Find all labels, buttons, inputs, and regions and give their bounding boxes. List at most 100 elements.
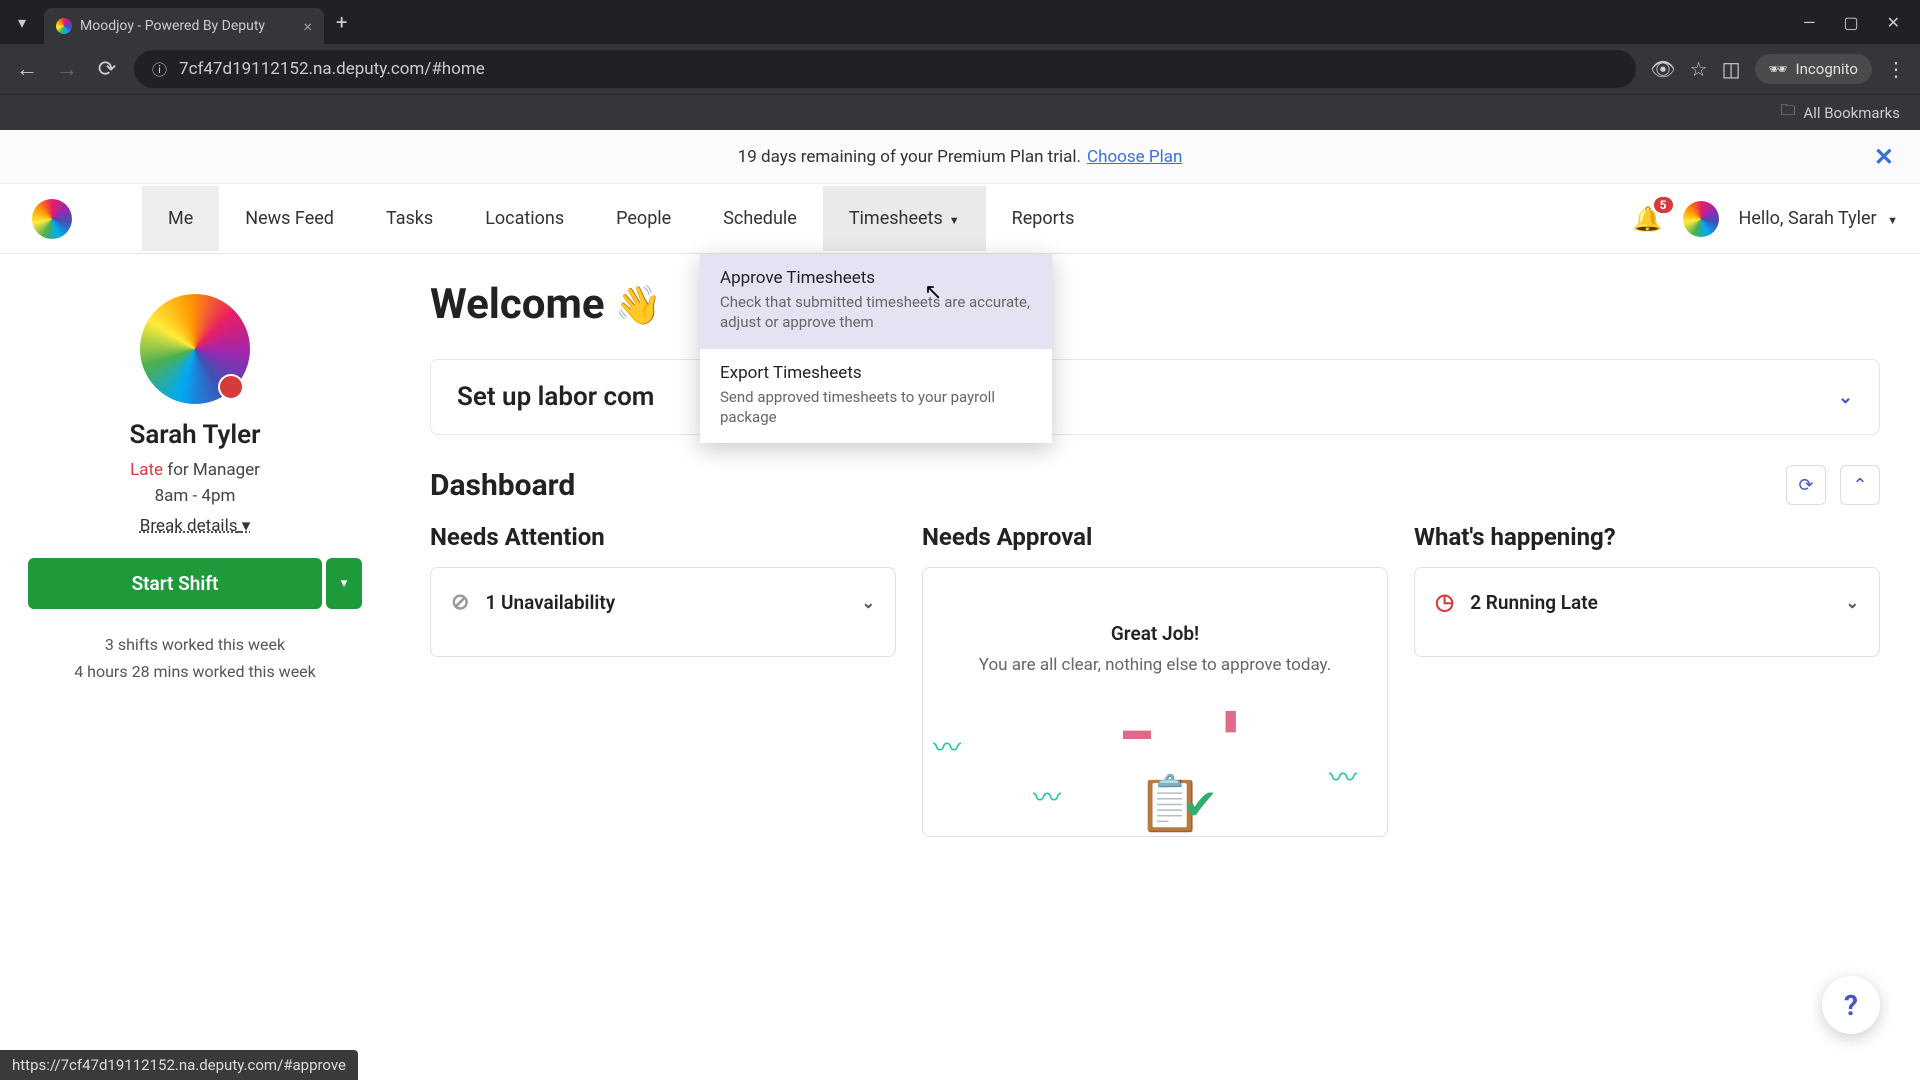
start-shift-menu-button[interactable] xyxy=(326,558,362,609)
chevron-down-icon: ⌄ xyxy=(862,593,875,612)
notifications-button[interactable]: 🔔5 xyxy=(1633,205,1663,233)
profile-sidebar: Sarah Tyler Late for Manager 8am - 4pm B… xyxy=(0,254,390,1080)
nav-news-feed[interactable]: News Feed xyxy=(219,186,360,251)
dropdown-export-timesheets[interactable]: Export Timesheets Send approved timeshee… xyxy=(700,349,1052,444)
card-row: ⊘ 1 Unavailability ⌄ xyxy=(451,590,875,615)
star-icon[interactable]: ☆ xyxy=(1690,57,1708,81)
shift-stats: 3 shifts worked this week 4 hours 28 min… xyxy=(28,631,362,685)
choose-plan-link[interactable]: Choose Plan xyxy=(1087,147,1182,167)
status-dot-icon xyxy=(218,374,244,400)
nav-me[interactable]: Me xyxy=(142,186,219,251)
incognito-label: Incognito xyxy=(1796,60,1858,78)
refresh-button[interactable]: ⟳ xyxy=(1786,465,1826,505)
banner-close-icon[interactable]: ✕ xyxy=(1874,143,1894,171)
site-info-icon[interactable]: ⓘ xyxy=(152,59,167,80)
cursor-icon: ↖ xyxy=(924,280,942,305)
shift-button-row: Start Shift xyxy=(28,558,362,609)
back-button[interactable]: ← xyxy=(14,56,40,82)
late-label: Late xyxy=(130,460,163,480)
greeting-text: Hello, Sarah Tyler xyxy=(1739,208,1877,229)
reload-button[interactable]: ⟳ xyxy=(94,57,120,82)
chevron-down-icon: ▼ xyxy=(1887,214,1898,227)
trial-banner: 19 days remaining of your Premium Plan t… xyxy=(0,130,1920,184)
running-late-card[interactable]: ◷ 2 Running Late ⌄ xyxy=(1414,567,1880,657)
close-window-button[interactable]: ✕ xyxy=(1887,13,1900,32)
browser-toolbar: ← → ⟳ ⓘ 7cf47d19112152.na.deputy.com/#ho… xyxy=(0,44,1920,94)
card-label: 1 Unavailability xyxy=(485,591,615,614)
card-row: ◷ 2 Running Late ⌄ xyxy=(1435,590,1859,615)
minimize-button[interactable]: — xyxy=(1803,13,1816,32)
column-title: What's happening? xyxy=(1414,523,1880,551)
wave-icon: 👋 xyxy=(615,284,662,328)
unavailability-card[interactable]: ⊘ 1 Unavailability ⌄ xyxy=(430,567,896,657)
app-logo[interactable] xyxy=(32,199,72,239)
chevron-down-icon: ▾ xyxy=(242,516,251,536)
favicon-icon xyxy=(56,18,72,34)
profile-status: Late for Manager xyxy=(28,460,362,480)
nav-locations[interactable]: Locations xyxy=(459,186,590,251)
maximize-button[interactable]: ▢ xyxy=(1843,13,1858,32)
folder-icon: 🗀 xyxy=(1780,100,1795,125)
browser-tab[interactable]: Moodjoy - Powered By Deputy × xyxy=(44,8,324,44)
break-details-label: Break details xyxy=(140,516,238,536)
collapse-button[interactable]: ⌃ xyxy=(1840,465,1880,505)
setup-labor-card[interactable]: Set up labor com ⌄ xyxy=(430,359,1880,435)
needs-attention-column: Needs Attention ⊘ 1 Unavailability ⌄ xyxy=(430,523,896,837)
start-shift-button[interactable]: Start Shift xyxy=(28,558,322,609)
eye-off-icon[interactable]: 👁 xyxy=(1650,57,1675,81)
clock-icon: ◷ xyxy=(1435,590,1454,615)
new-tab-button[interactable]: + xyxy=(336,10,347,34)
banner-text: 19 days remaining of your Premium Plan t… xyxy=(738,147,1081,167)
nav-people[interactable]: People xyxy=(590,186,697,251)
dashboard-columns: Needs Attention ⊘ 1 Unavailability ⌄ Nee… xyxy=(430,523,1880,837)
incognito-badge[interactable]: 🕶 Incognito xyxy=(1755,54,1873,84)
chevron-down-icon: ▼ xyxy=(949,214,960,227)
welcome-heading: Welcome👋 xyxy=(430,280,1880,329)
url-bar[interactable]: ⓘ 7cf47d19112152.na.deputy.com/#home xyxy=(134,50,1636,88)
close-icon[interactable]: × xyxy=(303,17,312,36)
stat-shifts: 3 shifts worked this week xyxy=(28,631,362,658)
nav-timesheets[interactable]: Timesheets▼ xyxy=(823,186,986,251)
forward-button[interactable]: → xyxy=(54,56,80,82)
nav-tasks[interactable]: Tasks xyxy=(360,186,459,251)
great-job-sub: You are all clear, nothing else to appro… xyxy=(943,653,1367,679)
tab-strip: ▾ Moodjoy - Powered By Deputy × + — ▢ ✕ xyxy=(0,0,1920,44)
browser-chrome: ▾ Moodjoy - Powered By Deputy × + — ▢ ✕ … xyxy=(0,0,1920,130)
tab-search-button[interactable]: ▾ xyxy=(8,8,36,36)
prohibit-icon: ⊘ xyxy=(451,590,469,615)
setup-title: Set up labor com xyxy=(457,382,654,412)
dropdown-item-title: Approve Timesheets xyxy=(720,268,1032,288)
column-title: Needs Approval xyxy=(922,523,1388,551)
help-button[interactable]: ? xyxy=(1822,976,1880,1034)
great-job-heading: Great Job! xyxy=(943,622,1367,645)
stat-hours: 4 hours 28 mins worked this week xyxy=(28,658,362,685)
whats-happening-column: What's happening? ◷ 2 Running Late ⌄ xyxy=(1414,523,1880,837)
user-menu[interactable]: Hello, Sarah Tyler ▼ xyxy=(1739,208,1898,229)
welcome-text: Welcome xyxy=(430,280,605,329)
break-details-link[interactable]: Break details ▾ xyxy=(140,516,251,536)
card-label: 2 Running Late xyxy=(1470,591,1598,614)
avatar[interactable] xyxy=(1683,201,1719,237)
tab-title: Moodjoy - Powered By Deputy xyxy=(80,18,295,34)
profile-hours: 8am - 4pm xyxy=(28,486,362,506)
main-area: Welcome👋 Set up labor com ⌄ Dashboard ⟳ … xyxy=(390,254,1920,1080)
needs-approval-column: Needs Approval Great Job! You are all cl… xyxy=(922,523,1388,837)
timesheets-dropdown: Approve Timesheets Check that submitted … xyxy=(700,254,1052,443)
browser-menu-button[interactable]: ⋮ xyxy=(1886,57,1906,81)
incognito-icon: 🕶 xyxy=(1769,60,1788,78)
profile-name: Sarah Tyler xyxy=(28,420,362,450)
dashboard-actions: ⟳ ⌃ xyxy=(1786,465,1880,505)
sidepanel-icon[interactable]: ◫ xyxy=(1722,57,1741,81)
profile-avatar[interactable] xyxy=(140,294,250,404)
dropdown-approve-timesheets[interactable]: Approve Timesheets Check that submitted … xyxy=(700,254,1052,349)
column-title: Needs Attention xyxy=(430,523,896,551)
bookmarks-bar: 🗀 All Bookmarks xyxy=(0,94,1920,130)
dashboard-title: Dashboard xyxy=(430,468,575,503)
all-bookmarks-button[interactable]: All Bookmarks xyxy=(1803,104,1900,122)
dropdown-item-desc: Check that submitted timesheets are accu… xyxy=(720,292,1032,333)
chevron-down-icon: ⌄ xyxy=(1846,593,1859,612)
url-text: 7cf47d19112152.na.deputy.com/#home xyxy=(179,59,485,79)
app-viewport: 19 days remaining of your Premium Plan t… xyxy=(0,130,1920,1080)
nav-reports[interactable]: Reports xyxy=(986,186,1101,251)
nav-schedule[interactable]: Schedule xyxy=(697,186,823,251)
